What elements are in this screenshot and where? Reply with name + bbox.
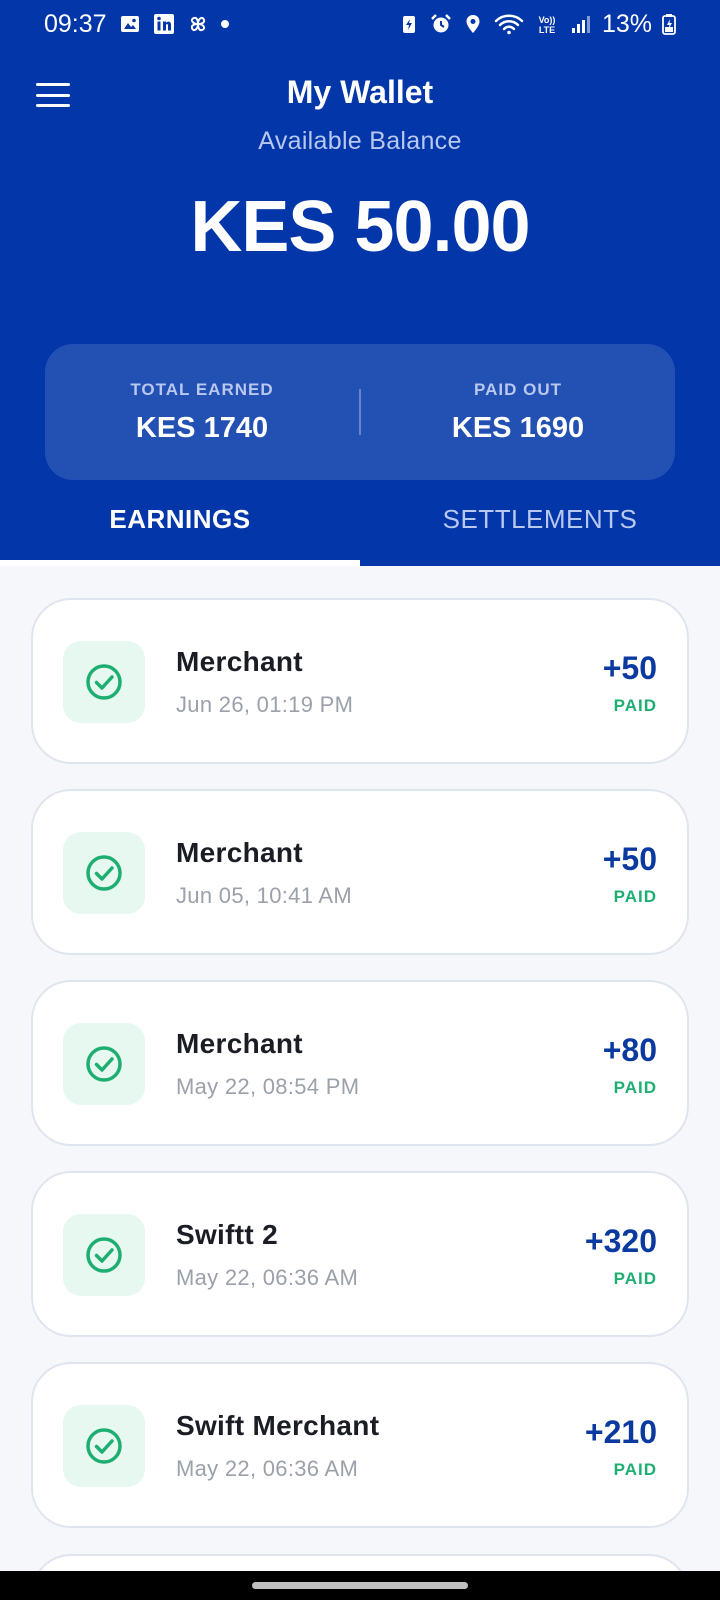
- transaction-date: May 22, 06:36 AM: [176, 1456, 359, 1481]
- transaction-card[interactable]: Merchant May 22, 08:54 PM +80 PAID: [31, 980, 689, 1146]
- battery-percentage: 13%: [601, 9, 652, 38]
- transaction-status: PAID: [613, 696, 657, 715]
- total-earned-label: TOTAL EARNED: [130, 379, 274, 399]
- volte-icon: Vo))LTE: [539, 15, 556, 35]
- check-circle-icon: [63, 641, 145, 723]
- transaction-date: Jun 05, 10:41 AM: [176, 883, 353, 908]
- stats-card: TOTAL EARNED KES 1740 PAID OUT KES 1690: [45, 344, 675, 480]
- alarm-icon: [431, 14, 451, 33]
- transaction-amount: +50: [602, 650, 657, 686]
- transaction-status: PAID: [613, 1078, 657, 1097]
- transaction-name: Merchant: [176, 837, 303, 868]
- transaction-amount: +50: [602, 841, 657, 877]
- transaction-amount: +320: [584, 1223, 657, 1259]
- notification-dot-icon: [220, 20, 229, 28]
- linkedin-icon: [153, 14, 174, 34]
- pinwheel-icon: [190, 16, 205, 32]
- gallery-icon: [120, 16, 139, 32]
- transaction-list: Merchant Jun 26, 01:19 PM +50 PAID Merch…: [31, 598, 689, 1553]
- wifi-icon: [494, 14, 524, 35]
- transaction-card[interactable]: Swiftt 2 May 22, 06:36 AM +320 PAID: [31, 1171, 689, 1337]
- available-balance: KES 50.00: [190, 187, 530, 267]
- check-circle-icon: [63, 1214, 145, 1296]
- transaction-status: PAID: [613, 1269, 657, 1288]
- transaction-date: Jun 26, 01:19 PM: [176, 692, 354, 717]
- total-earned-value: KES 1740: [135, 411, 269, 444]
- battery-saver-icon: [402, 16, 415, 33]
- transaction-status: PAID: [613, 1460, 657, 1479]
- transaction-name: Swiftt 2: [176, 1219, 278, 1250]
- system-nav-bar: [0, 1571, 720, 1600]
- transaction-status: PAID: [613, 887, 657, 906]
- transaction-card[interactable]: Merchant Jun 26, 01:19 PM +50 PAID: [31, 598, 689, 764]
- check-circle-icon: [63, 832, 145, 914]
- battery-charging-icon: [662, 14, 676, 35]
- tab-settlements[interactable]: SETTLEMENTS: [360, 490, 720, 566]
- paid-out-value: KES 1690: [451, 411, 585, 444]
- transaction-date: May 22, 06:36 AM: [176, 1265, 359, 1290]
- transaction-name: Swift Merchant: [176, 1410, 380, 1441]
- check-circle-icon: [63, 1023, 145, 1105]
- wallet-header: 09:37 Vo)) LTE 13% My Wallet Available Ba…: [0, 0, 720, 566]
- transaction-amount: +210: [584, 1414, 657, 1450]
- location-icon: [466, 15, 480, 33]
- transaction-amount: +80: [602, 1032, 657, 1068]
- transaction-card[interactable]: Swift Merchant May 22, 06:36 AM +210 PAI…: [31, 1362, 689, 1528]
- svg-text:LTE: LTE: [539, 25, 555, 35]
- check-circle-icon: [63, 1405, 145, 1487]
- transaction-name: Merchant: [176, 646, 303, 677]
- status-time: 09:37: [44, 9, 107, 38]
- transaction-date: May 22, 08:54 PM: [176, 1074, 360, 1099]
- tab-bar: EARNINGS SETTLEMENTS: [0, 490, 720, 566]
- transaction-name: Merchant: [176, 1028, 303, 1059]
- page-title: My Wallet: [286, 74, 434, 110]
- balance-subtitle: Available Balance: [258, 127, 462, 155]
- total-earned-stat: TOTAL EARNED KES 1740: [45, 380, 359, 445]
- status-bar: 09:37 Vo)) LTE 13%: [0, 0, 720, 48]
- tab-earnings[interactable]: EARNINGS: [0, 490, 360, 566]
- svg-text:Vo)): Vo)): [539, 15, 556, 25]
- home-gesture-handle[interactable]: [252, 1582, 468, 1589]
- signal-icon: [571, 16, 590, 33]
- paid-out-label: PAID OUT: [474, 379, 562, 399]
- transaction-card[interactable]: Merchant Jun 05, 10:41 AM +50 PAID: [31, 789, 689, 955]
- paid-out-stat: PAID OUT KES 1690: [361, 380, 675, 445]
